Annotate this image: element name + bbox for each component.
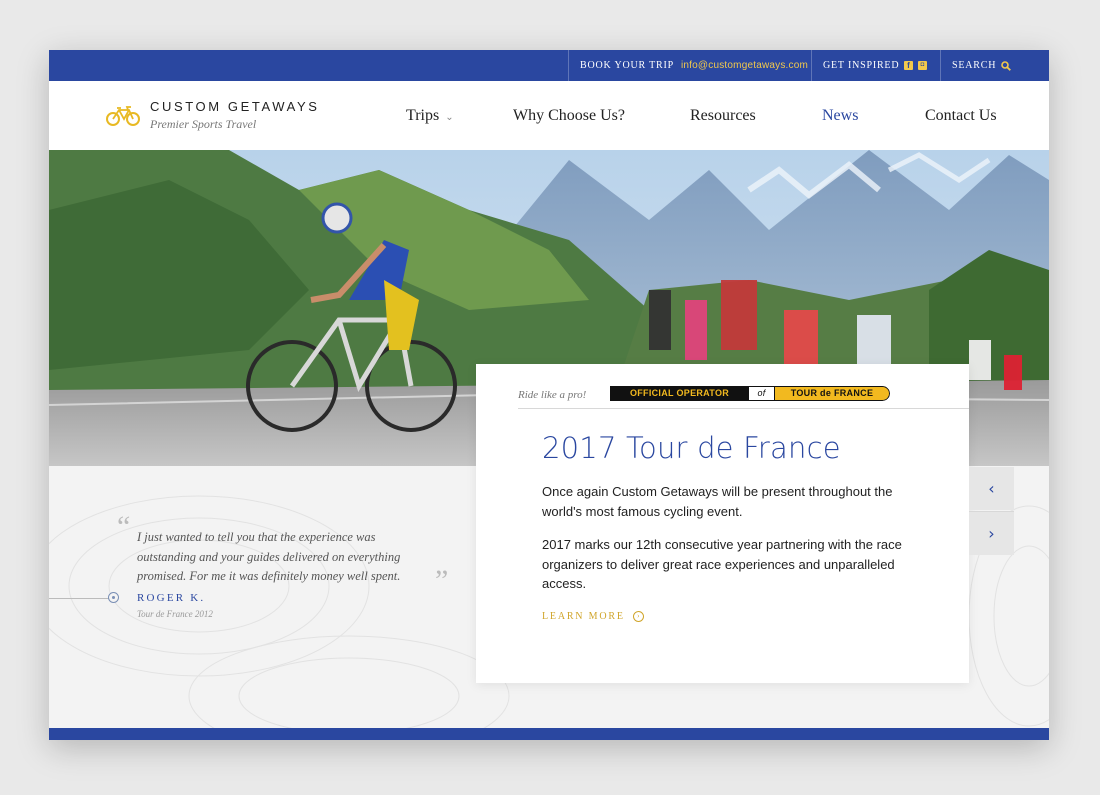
testimonial-text: I just wanted to tell you that the exper… xyxy=(137,530,401,583)
learn-more-label: LEARN MORE xyxy=(542,611,625,622)
header: CUSTOM GETAWAYS Premier Sports Travel Tr… xyxy=(49,81,1049,150)
card-paragraph-1: Once again Custom Getaways will be prese… xyxy=(542,484,893,519)
chevron-left-icon[interactable]: ‹ xyxy=(969,467,1014,510)
facebook-icon[interactable]: f xyxy=(904,61,914,70)
official-operator-badge: OFFICIAL OPERATOR of TOUR de FRANCE xyxy=(610,386,890,401)
chevron-right-icon[interactable]: › xyxy=(969,511,1014,555)
nav-item-contact-us[interactable]: Contact Us xyxy=(925,107,997,125)
badge-part-official-operator: OFFICIAL OPERATOR xyxy=(610,386,749,401)
brand-tagline: Premier Sports Travel xyxy=(150,117,257,131)
book-trip-group: BOOK YOUR TRIP info@customgetaways.com xyxy=(568,50,811,81)
card-divider xyxy=(518,408,969,409)
get-inspired-group: GET INSPIRED f ◘ xyxy=(811,50,940,81)
email-link[interactable]: info@customgetaways.com xyxy=(681,60,808,71)
book-trip-label: BOOK YOUR TRIP xyxy=(580,60,674,71)
get-inspired-label: GET INSPIRED xyxy=(823,60,900,71)
chevron-down-icon: ⌄ xyxy=(445,112,454,123)
brand-name[interactable]: CUSTOM GETAWAYS xyxy=(150,99,320,114)
footer-bar xyxy=(49,728,1049,740)
news-card: Ride like a pro! OFFICIAL OPERATOR of TO… xyxy=(476,364,969,683)
author-marker-icon xyxy=(108,592,119,603)
nav-item-why-choose-us[interactable]: Why Choose Us? xyxy=(513,107,625,125)
nav-item-news[interactable]: News xyxy=(822,107,858,125)
ride-like-pro-label: Ride like a pro! xyxy=(518,389,587,401)
close-quote-mark: ” xyxy=(435,564,449,597)
open-quote-mark: “ xyxy=(117,510,131,543)
learn-more-link[interactable]: LEARN MORE › xyxy=(542,611,644,622)
testimonial-trip: Tour de France 2012 xyxy=(137,609,213,619)
search-icon xyxy=(1001,60,1012,71)
author-divider xyxy=(49,598,109,599)
search-button[interactable]: SEARCH xyxy=(940,50,1049,81)
card-title: 2017 Tour de France xyxy=(542,431,841,465)
search-label: SEARCH xyxy=(952,60,997,71)
bicycle-icon[interactable] xyxy=(106,105,140,127)
card-paragraph-2: 2017 marks our 12th consecutive year par… xyxy=(542,537,902,591)
badge-part-tour-de-france: TOUR de FRANCE xyxy=(774,386,890,401)
instagram-icon[interactable]: ◘ xyxy=(918,61,928,70)
nav-label-trips: Trips xyxy=(406,107,440,124)
arrow-circle-icon: › xyxy=(632,611,644,622)
browser-frame: BOOK YOUR TRIP info@customgetaways.com G… xyxy=(49,50,1049,740)
nav-item-trips[interactable]: Trips ⌄ xyxy=(406,107,454,125)
nav-item-resources[interactable]: Resources xyxy=(690,107,756,125)
top-bar: BOOK YOUR TRIP info@customgetaways.com G… xyxy=(49,50,1049,81)
badge-part-of: of xyxy=(749,386,774,401)
testimonial-author: ROGER K. xyxy=(137,592,206,604)
